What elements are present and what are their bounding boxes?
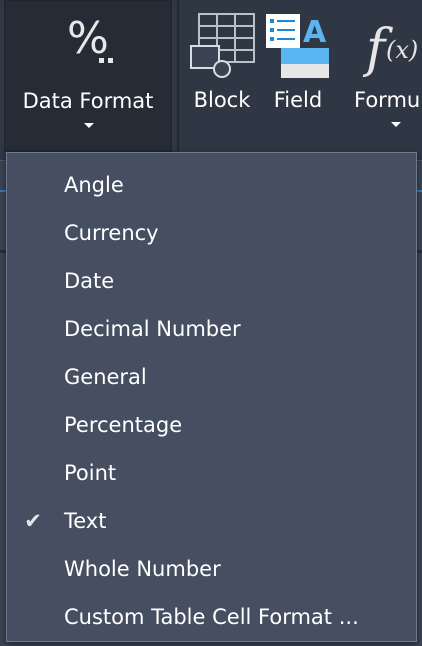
field-button[interactable]: A Field [264, 0, 332, 152]
formula-label: Formu [354, 88, 421, 112]
menu-item-decimal-number[interactable]: Decimal Number [7, 305, 416, 353]
menu-item-label: Point [64, 461, 117, 485]
menu-item-general[interactable]: General [7, 353, 416, 401]
field-list-icon: A [266, 14, 329, 78]
menu-item-angle[interactable]: Angle [7, 161, 416, 209]
menu-item-percentage[interactable]: Percentage [7, 401, 416, 449]
field-label: Field [273, 88, 323, 112]
menu-item-currency[interactable]: Currency [7, 209, 416, 257]
block-table-icon [190, 13, 255, 78]
menu-item-label: Currency [64, 221, 159, 245]
formula-button[interactable]: f (x) Formu [350, 0, 422, 152]
menu-item-label: Text [64, 509, 107, 533]
checkmark-icon: ✔ [24, 509, 42, 533]
ribbon-panel: % Data Format Block A Field f (x) Formu [0, 0, 422, 160]
block-button[interactable]: Block [186, 0, 258, 152]
menu-item-point[interactable]: Point [7, 449, 416, 497]
ribbon-divider [177, 0, 179, 152]
menu-item-label: Percentage [64, 413, 183, 437]
data-format-label: Data Format [22, 89, 154, 113]
menu-item-label: Custom Table Cell Format ... [64, 605, 359, 629]
data-format-button[interactable]: % Data Format [4, 0, 172, 152]
svg-text:A: A [303, 15, 327, 50]
menu-item-text[interactable]: ✔ Text [7, 497, 416, 545]
menu-item-label: General [64, 365, 147, 389]
menu-item-label: Whole Number [64, 557, 221, 581]
menu-item-label: Decimal Number [64, 317, 241, 341]
data-format-menu: Angle Currency Date Decimal Number Gener… [6, 152, 417, 642]
menu-item-whole-number[interactable]: Whole Number [7, 545, 416, 593]
menu-item-label: Angle [64, 173, 124, 197]
menu-item-custom-table-cell-format[interactable]: Custom Table Cell Format ... [7, 593, 416, 641]
formula-icon: f (x) [362, 19, 418, 78]
chevron-down-icon [391, 122, 401, 127]
menu-item-date[interactable]: Date [7, 257, 416, 305]
app-window: % Data Format Block A Field f (x) Formu … [0, 0, 422, 646]
svg-text:(x): (x) [386, 36, 418, 64]
block-label: Block [193, 88, 251, 112]
chevron-down-icon [84, 123, 94, 128]
menu-item-label: Date [64, 269, 115, 293]
